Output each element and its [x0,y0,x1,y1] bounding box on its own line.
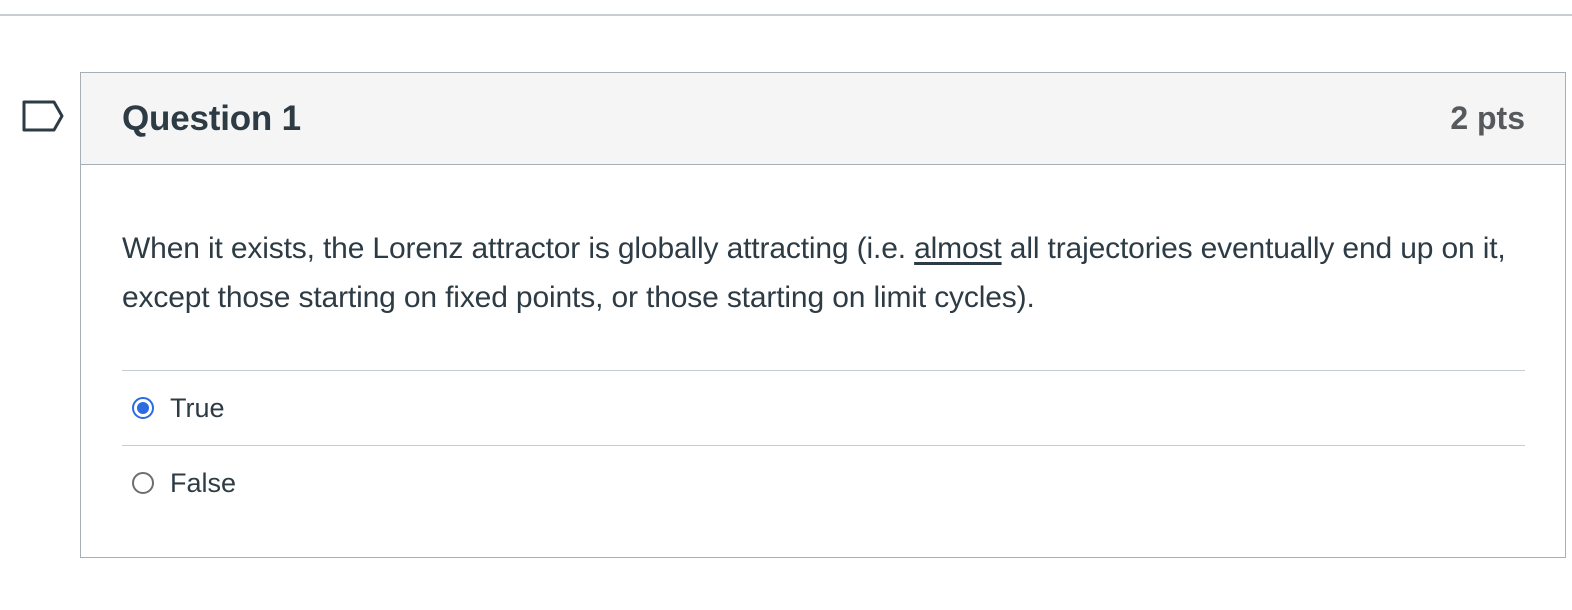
question-text-part-1: When it exists, the Lorenz attractor is … [122,232,915,265]
answer-option-false[interactable]: False [122,445,1525,520]
answer-option-true[interactable]: True [122,370,1525,445]
radio-button-true[interactable] [132,397,154,419]
question-body: When it exists, the Lorenz attractor is … [81,165,1565,520]
question-text: When it exists, the Lorenz attractor is … [122,165,1525,322]
question-header: Question 1 2 pts [81,73,1565,165]
answer-label-false: False [170,467,237,498]
question-card: Question 1 2 pts When it exists, the Lor… [80,72,1566,558]
radio-button-false[interactable] [132,472,154,494]
top-divider [0,14,1572,16]
question-title: Question 1 [122,98,301,138]
quiz-page: Question 1 2 pts When it exists, the Lor… [0,0,1572,610]
answer-label-true: True [170,392,225,423]
question-text-emphasis: almost [914,232,1002,265]
answer-list: True False [122,370,1525,520]
question-points: 2 pts [1450,100,1525,136]
flag-question-icon[interactable] [22,100,64,132]
